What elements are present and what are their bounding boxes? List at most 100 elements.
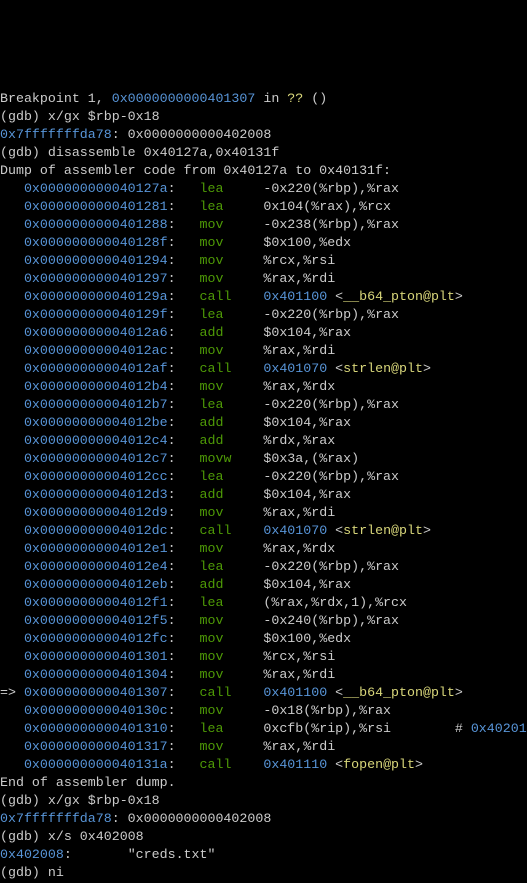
gdb-command-line: (gdb) disassemble 0x40127a,0x40131f [0,144,527,162]
instruction-address: 0x0000000000401307 [24,685,168,700]
instruction-mnemonic: call [200,685,232,700]
instruction-operands: -0x240(%rbp),%rax [263,613,399,628]
instruction-gutter [0,289,24,304]
instruction-mnemonic: mov [200,343,232,358]
instruction-gutter [0,613,24,628]
asm-line: 0x000000000040129a: call 0x401100 <__b64… [0,288,527,306]
instruction-address: 0x00000000004012b7 [24,397,168,412]
asm-line: 0x00000000004012c7: movw $0x3a,(%rax) [0,450,527,468]
instruction-address: 0x000000000040130c [24,703,168,718]
instruction-gutter [0,433,24,448]
asm-line: 0x00000000004012f5: mov -0x240(%rbp),%ra… [0,612,527,630]
instruction-gutter [0,217,24,232]
instruction-operands: %rcx,%rsi [263,649,335,664]
instruction-mnemonic: movw [200,451,232,466]
unknown-symbol: ?? [287,91,303,106]
call-target-address: 0x401070 [263,523,327,538]
instruction-gutter [0,649,24,664]
asm-line: 0x00000000004012f1: lea (%rax,%rdx,1),%r… [0,594,527,612]
instruction-mnemonic: add [200,325,232,340]
memory-read-line: 0x7fffffffda78: 0x0000000000402008 [0,126,527,144]
instruction-address: 0x00000000004012ac [24,343,168,358]
instruction-operands: $0x104,%rax [263,325,351,340]
instruction-gutter [0,667,24,682]
instruction-gutter [0,199,24,214]
instruction-gutter [0,757,24,772]
instruction-gutter [0,415,24,430]
asm-line: 0x0000000000401301: mov %rcx,%rsi [0,648,527,666]
asm-line: 0x00000000004012c4: add %rdx,%rax [0,432,527,450]
gdb-command: x/s 0x402008 [48,829,144,844]
asm-line: 0x00000000004012af: call 0x401070 <strle… [0,360,527,378]
memory-string-value: "creds.txt" [128,847,216,862]
memory-address: 0x7fffffffda78 [0,811,112,826]
gdb-prompt: (gdb) [0,145,48,160]
asm-line: 0x00000000004012dc: call 0x401070 <strle… [0,522,527,540]
instruction-mnemonic: lea [200,469,232,484]
instruction-operands: -0x220(%rbp),%rax [263,469,399,484]
instruction-operands: -0x238(%rbp),%rax [263,217,399,232]
instruction-mnemonic: add [200,415,232,430]
instruction-gutter [0,307,24,322]
instruction-gutter [0,721,24,736]
instruction-address: 0x00000000004012b4 [24,379,168,394]
instruction-address: 0x00000000004012f5 [24,613,168,628]
instruction-mnemonic: lea [200,397,232,412]
instruction-address: 0x0000000000401310 [24,721,168,736]
instruction-gutter [0,739,24,754]
call-target-address: 0x401070 [263,361,327,376]
asm-line: 0x00000000004012e4: lea -0x220(%rbp),%ra… [0,558,527,576]
instruction-address: 0x00000000004012d9 [24,505,168,520]
instruction-address: 0x00000000004012dc [24,523,168,538]
asm-line: 0x00000000004012be: add $0x104,%rax [0,414,527,432]
instruction-gutter [0,343,24,358]
breakpoint-address: 0x0000000000401307 [112,91,256,106]
instruction-address: 0x0000000000401304 [24,667,168,682]
instruction-mnemonic: mov [200,631,232,646]
instruction-mnemonic: mov [200,217,232,232]
instruction-address: 0x000000000040131a [24,757,168,772]
instruction-mnemonic: lea [200,199,232,214]
instruction-address: 0x000000000040127a [24,181,168,196]
instruction-mnemonic: lea [200,721,232,736]
instruction-operands: %rcx,%rsi [263,253,335,268]
instruction-operands: %rax,%rdx [263,541,335,556]
instruction-address: 0x0000000000401288 [24,217,168,232]
instruction-operands: %rdx,%rax [263,433,335,448]
instruction-gutter [0,505,24,520]
instruction-operands: $0x104,%rax [263,415,351,430]
instruction-gutter [0,703,24,718]
instruction-gutter [0,595,24,610]
gdb-command-line: (gdb) ni [0,864,527,882]
asm-line: 0x00000000004012e1: mov %rax,%rdx [0,540,527,558]
continue-line: 0x000000000040130c in ?? () [0,882,527,883]
instruction-gutter [0,379,24,394]
gdb-command: ni [48,865,64,880]
instruction-mnemonic: call [200,361,232,376]
instruction-address: 0x00000000004012a6 [24,325,168,340]
instruction-mnemonic: mov [200,703,232,718]
instruction-operands: $0x100,%edx [263,235,351,250]
call-target-symbol: __b64_pton@plt [343,685,455,700]
memory-address: 0x7fffffffda78 [0,127,112,142]
instruction-mnemonic: mov [200,667,232,682]
asm-line: 0x00000000004012eb: add $0x104,%rax [0,576,527,594]
asm-line: 0x00000000004012b7: lea -0x220(%rbp),%ra… [0,396,527,414]
instruction-address: 0x00000000004012c7 [24,451,168,466]
gdb-command: x/gx $rbp-0x18 [48,109,160,124]
instruction-gutter [0,325,24,340]
current-instruction-marker: => [0,685,24,700]
asm-line: 0x000000000040131a: call 0x401110 <fopen… [0,756,527,774]
instruction-operands: -0x220(%rbp),%rax [263,181,399,196]
disassembly-footer: End of assembler dump. [0,775,176,790]
asm-line: 0x00000000004012d9: mov %rax,%rdi [0,504,527,522]
asm-line: 0x000000000040130c: mov -0x18(%rbp),%rax [0,702,527,720]
instruction-mnemonic: call [200,757,232,772]
gdb-prompt: (gdb) [0,793,48,808]
instruction-operands: %rax,%rdi [263,739,335,754]
gdb-prompt: (gdb) [0,865,48,880]
call-target-address: 0x401100 [263,289,327,304]
breakpoint-label: Breakpoint 1, [0,91,112,106]
instruction-address: 0x00000000004012e4 [24,559,168,574]
instruction-mnemonic: lea [200,559,232,574]
